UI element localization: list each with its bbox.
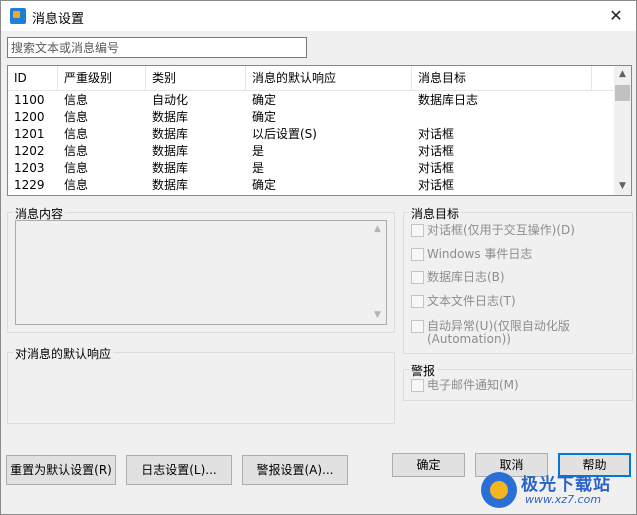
column-header-category[interactable]: 类别 bbox=[146, 66, 246, 91]
cell-target: 对话框 bbox=[418, 161, 455, 175]
cell-id: 1201 bbox=[14, 127, 45, 141]
ok-button[interactable]: 确定 bbox=[392, 453, 465, 477]
cell-id: 1229 bbox=[14, 178, 45, 192]
target-auto-exception-label-2: (Automation)) bbox=[427, 332, 511, 346]
site-watermark: 极光下载站 www.xz7.com bbox=[481, 468, 631, 512]
cell-default-response: 确定 bbox=[252, 178, 277, 192]
message-table[interactable]: ID 严重级别 类别 消息的默认响应 消息目标 1100 信息 自动化 确定 数… bbox=[7, 65, 632, 196]
cell-category: 数据库 bbox=[152, 144, 189, 158]
cell-target: 数据库日志 bbox=[418, 93, 479, 107]
column-header-default-response[interactable]: 消息的默认响应 bbox=[246, 66, 412, 91]
table-row[interactable]: 1203 信息 数据库 是 对话框 bbox=[8, 160, 615, 177]
cell-category: 数据库 bbox=[152, 161, 189, 175]
cell-target: 对话框 bbox=[418, 144, 455, 158]
scroll-up-icon[interactable]: ▲ bbox=[369, 221, 386, 238]
watermark-logo-icon bbox=[481, 472, 517, 508]
title-bar: 消息设置 ✕ bbox=[1, 1, 636, 31]
cell-id: 1200 bbox=[14, 110, 45, 124]
content-scrollbar[interactable]: ▲ ▼ bbox=[369, 221, 386, 324]
cell-severity: 信息 bbox=[64, 127, 89, 141]
cell-id: 1202 bbox=[14, 144, 45, 158]
cell-target: 对话框 bbox=[418, 178, 455, 192]
checkbox[interactable] bbox=[411, 248, 424, 261]
column-header-target[interactable]: 消息目标 bbox=[412, 66, 592, 91]
cell-severity: 信息 bbox=[64, 110, 89, 124]
scroll-up-icon[interactable]: ▲ bbox=[614, 66, 631, 83]
message-settings-window: 消息设置 ✕ ID 严重级别 类别 消息的默认响应 消息目标 1100 信息 自… bbox=[0, 0, 637, 515]
checkbox[interactable] bbox=[411, 271, 424, 284]
table-row[interactable]: 1229 信息 数据库 确定 对话框 bbox=[8, 177, 615, 194]
table-row[interactable]: 1202 信息 数据库 是 对话框 bbox=[8, 143, 615, 160]
cell-id: 1100 bbox=[14, 93, 45, 107]
cell-target bbox=[412, 109, 418, 126]
column-header-severity[interactable]: 严重级别 bbox=[58, 66, 146, 91]
column-header-id[interactable]: ID bbox=[8, 66, 58, 91]
cell-default-response: 是 bbox=[252, 144, 265, 158]
target-dialog-label: 对话框(仅用于交互操作)(D) bbox=[427, 223, 575, 237]
app-icon bbox=[10, 8, 26, 24]
checkbox[interactable] bbox=[411, 379, 424, 392]
cell-default-response: 确定 bbox=[252, 93, 277, 107]
watermark-url: www.xz7.com bbox=[525, 493, 602, 506]
cell-target: 对话框 bbox=[418, 127, 455, 141]
cell-severity: 信息 bbox=[64, 178, 89, 192]
watermark-text: 极光下载站 bbox=[521, 475, 611, 495]
message-target-label: 消息目标 bbox=[409, 205, 462, 222]
search-input[interactable] bbox=[7, 37, 307, 58]
cell-severity: 信息 bbox=[64, 93, 89, 107]
checkbox[interactable] bbox=[411, 224, 424, 237]
scroll-thumb[interactable] bbox=[615, 85, 630, 101]
cell-category: 自动化 bbox=[152, 93, 189, 107]
target-database-log-label: 数据库日志(B) bbox=[427, 270, 505, 284]
table-row[interactable]: 1201 信息 数据库 以后设置(S) 对话框 bbox=[8, 126, 615, 143]
checkbox[interactable] bbox=[411, 320, 424, 333]
scroll-down-icon[interactable]: ▼ bbox=[614, 178, 631, 195]
table-row[interactable]: 1100 信息 自动化 确定 数据库日志 bbox=[8, 92, 615, 109]
window-title: 消息设置 bbox=[32, 12, 85, 27]
cell-severity: 信息 bbox=[64, 161, 89, 175]
table-scrollbar[interactable]: ▲ ▼ bbox=[614, 66, 631, 195]
cell-default-response: 是 bbox=[252, 161, 265, 175]
scroll-down-icon[interactable]: ▼ bbox=[369, 307, 386, 324]
message-content-textarea[interactable]: ▲ ▼ bbox=[15, 220, 387, 325]
cell-category: 数据库 bbox=[152, 127, 189, 141]
table-row[interactable]: 1200 信息 数据库 确定 bbox=[8, 109, 615, 126]
reset-defaults-button[interactable]: 重置为默认设置(R) bbox=[6, 455, 116, 485]
cell-id: 1203 bbox=[14, 161, 45, 175]
cell-category: 数据库 bbox=[152, 178, 189, 192]
default-response-group bbox=[7, 352, 395, 424]
target-text-log-label: 文本文件日志(T) bbox=[427, 294, 516, 308]
cell-category: 数据库 bbox=[152, 110, 189, 124]
alert-email-label: 电子邮件通知(M) bbox=[427, 378, 519, 392]
cell-default-response: 确定 bbox=[252, 110, 277, 124]
alert-settings-button[interactable]: 警报设置(A)... bbox=[242, 455, 348, 485]
log-settings-button[interactable]: 日志设置(L)... bbox=[126, 455, 232, 485]
default-response-label: 对消息的默认响应 bbox=[13, 345, 114, 362]
cell-default-response: 以后设置(S) bbox=[252, 127, 317, 141]
cell-severity: 信息 bbox=[64, 144, 89, 158]
checkbox[interactable] bbox=[411, 295, 424, 308]
close-icon[interactable]: ✕ bbox=[604, 4, 628, 28]
table-header: ID 严重级别 类别 消息的默认响应 消息目标 bbox=[8, 66, 615, 91]
target-windows-event-label: Windows 事件日志 bbox=[427, 247, 533, 261]
